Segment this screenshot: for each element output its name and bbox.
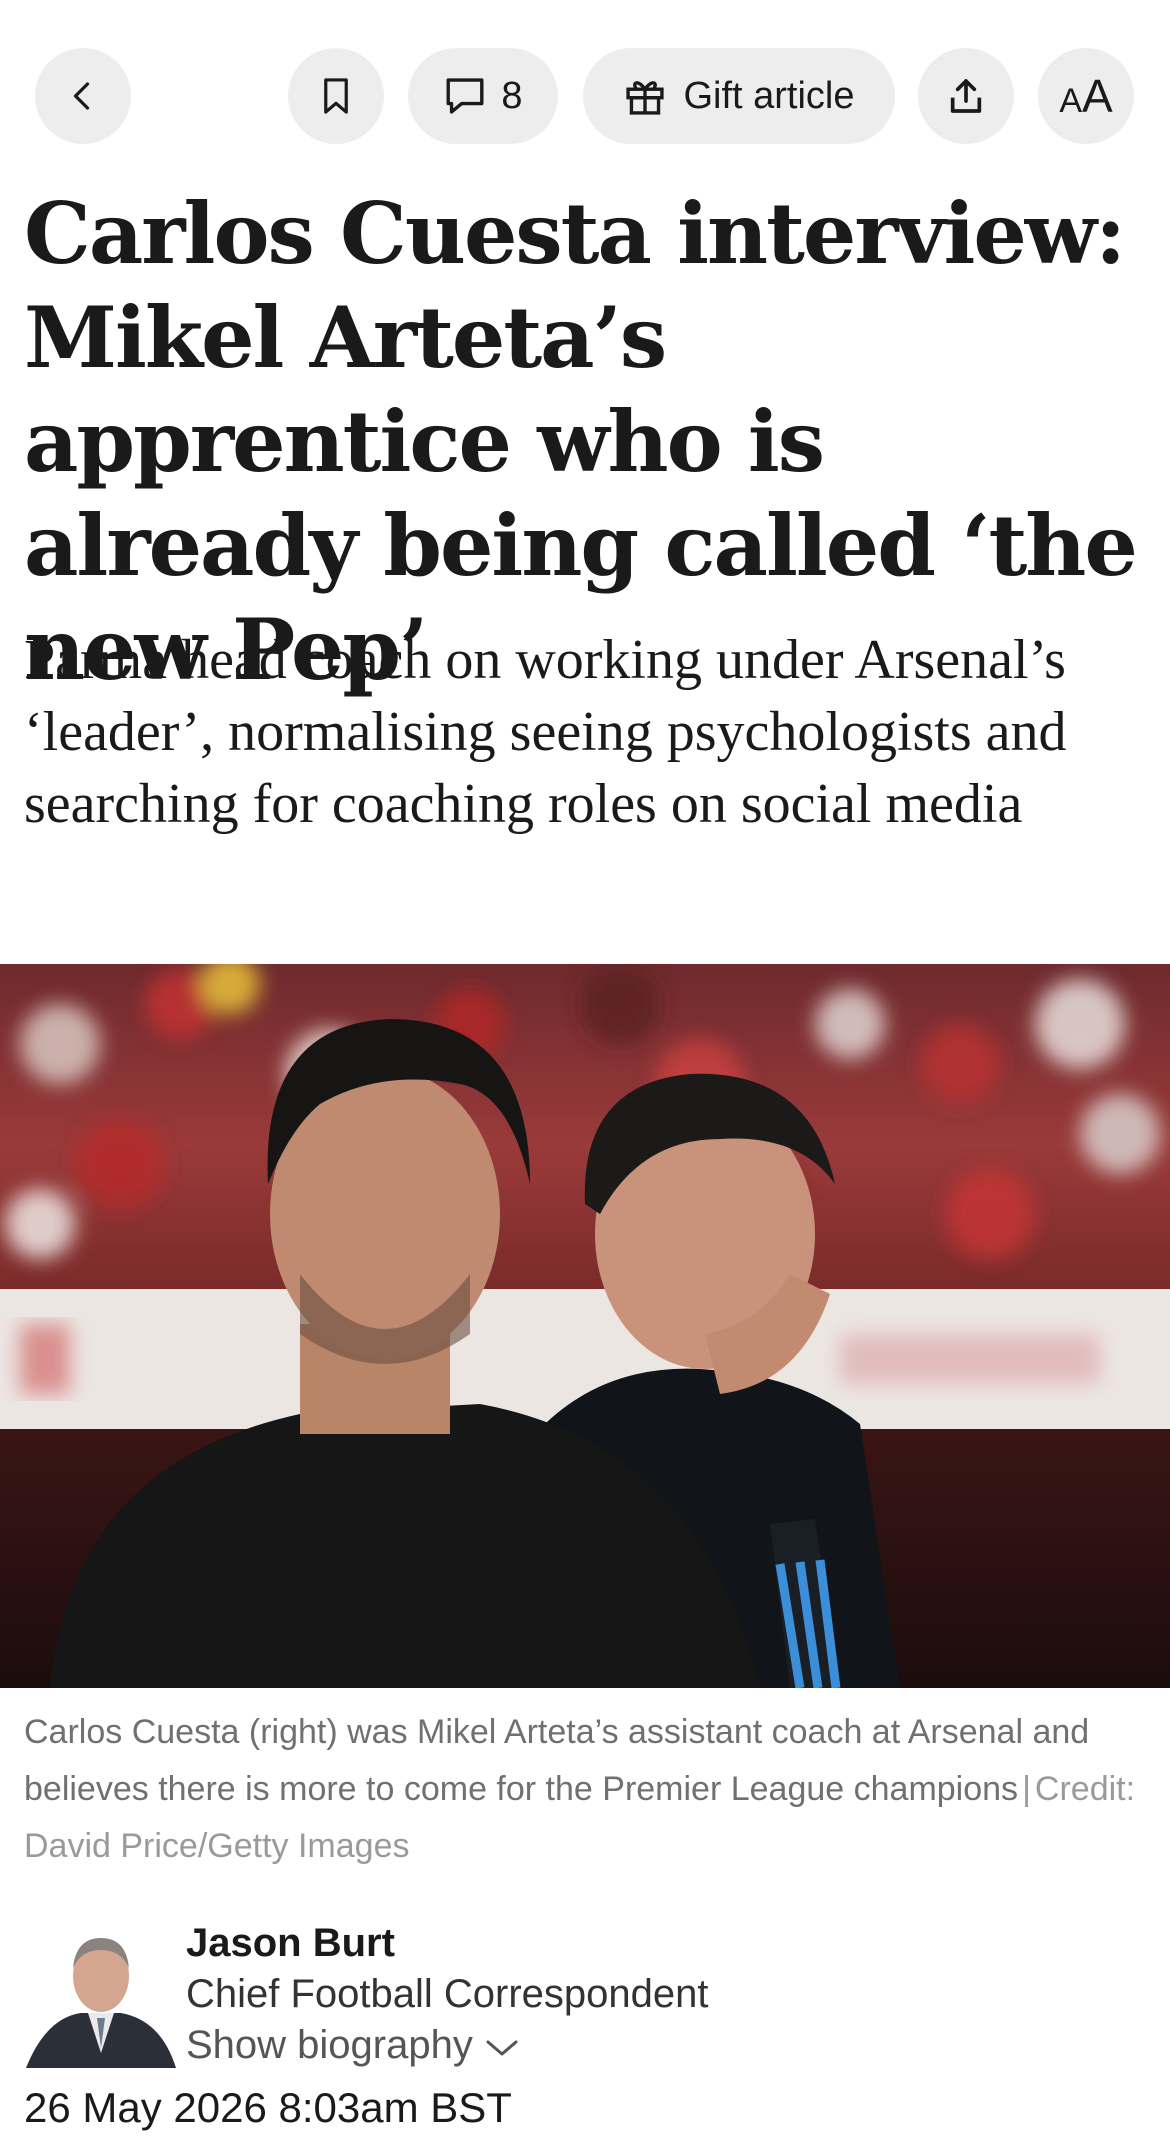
publish-date: 26 May 2026 8:03am BST xyxy=(24,2084,512,2131)
font-size-small-glyph: A xyxy=(1059,82,1082,120)
gift-icon xyxy=(623,74,667,118)
back-button[interactable] xyxy=(35,48,131,144)
bookmark-button[interactable] xyxy=(288,48,384,144)
share-button[interactable] xyxy=(918,48,1014,144)
caption-text: Carlos Cuesta (right) was Mikel Arteta’s… xyxy=(24,1713,1090,1808)
show-biography-label: Show biography xyxy=(186,2023,473,2067)
chevron-left-icon xyxy=(65,78,101,114)
comments-button[interactable]: 8 xyxy=(408,48,558,144)
caption-separator: | xyxy=(1022,1770,1031,1808)
article-standfirst: Parma head coach on working under Arsena… xyxy=(24,629,1067,835)
show-biography-button[interactable]: Show biography xyxy=(186,2020,519,2070)
gift-article-button[interactable]: Gift article xyxy=(583,48,895,144)
author-name[interactable]: Jason Burt xyxy=(186,1918,395,1968)
share-icon xyxy=(946,76,986,116)
article-toolbar: 8 Gift article A A xyxy=(0,48,1170,144)
font-size-large-glyph: A xyxy=(1082,70,1113,122)
image-caption: Carlos Cuesta (right) was Mikel Arteta’s… xyxy=(24,1704,1144,1875)
author-avatar[interactable] xyxy=(26,1918,176,2068)
font-size-button[interactable]: A A xyxy=(1038,48,1134,144)
comment-icon xyxy=(443,75,487,117)
comment-count: 8 xyxy=(501,75,523,117)
gift-article-label: Gift article xyxy=(683,75,855,117)
chevron-down-icon xyxy=(485,2020,519,2070)
bookmark-icon xyxy=(318,77,354,115)
font-size-icon: A A xyxy=(1059,73,1112,119)
hero-image[interactable] xyxy=(0,964,1170,1688)
author-role: Chief Football Correspondent xyxy=(186,1972,709,2016)
